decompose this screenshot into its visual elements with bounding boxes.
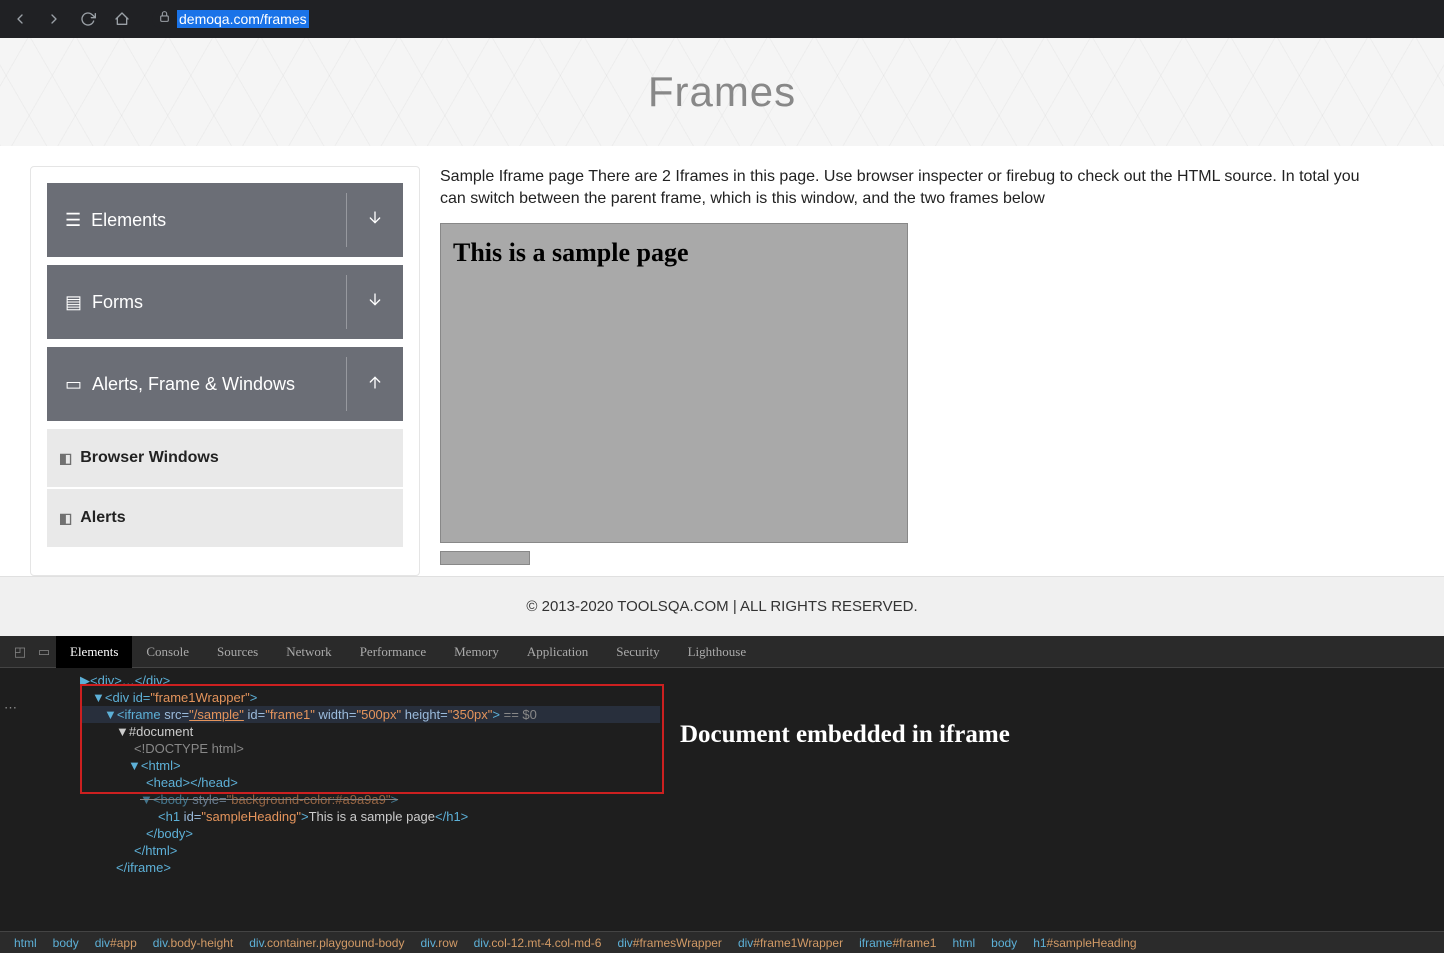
sidebar-item-alerts[interactable]: ◧ Alerts <box>47 489 403 547</box>
chevron-down-icon <box>367 210 383 231</box>
sidebar-group-label: Elements <box>91 210 166 231</box>
description-text: Sample Iframe page There are 2 Iframes i… <box>440 166 1374 209</box>
sidebar-group-alerts[interactable]: ▭ Alerts, Frame & Windows <box>47 347 403 421</box>
forward-button[interactable] <box>40 5 68 33</box>
device-icon[interactable]: ▭ <box>32 644 56 660</box>
item-icon: ◧ <box>59 510 72 527</box>
bc-item[interactable]: html <box>6 936 45 950</box>
tree-line[interactable]: ▼<html> <box>80 757 1444 774</box>
iframe-frame2 <box>440 551 530 565</box>
tab-security[interactable]: Security <box>602 636 673 668</box>
iframe-heading: This is a sample page <box>453 238 895 268</box>
sidebar: ☰ Elements ▤ Forms ▭ Alerts, Frame & Window… <box>30 166 420 576</box>
bc-item[interactable]: div#app <box>87 936 145 950</box>
bc-item[interactable]: html <box>944 936 983 950</box>
sidebar-item-browser-windows[interactable]: ◧ Browser Windows <box>47 429 403 487</box>
bc-item[interactable]: div.row <box>412 936 465 950</box>
elements-tree[interactable]: ▶<div>…</div> ▼<div id="frame1Wrapper"> … <box>0 668 1444 876</box>
bc-item[interactable]: div.body-height <box>145 936 242 950</box>
tab-elements[interactable]: Elements <box>56 636 132 668</box>
sidebar-group-forms[interactable]: ▤ Forms <box>47 265 403 339</box>
page-hero: Frames <box>0 38 1444 146</box>
annotation-label: Document embedded in iframe <box>680 721 1010 749</box>
bc-item[interactable]: iframe#frame1 <box>851 936 944 950</box>
sidebar-group-label: Forms <box>92 292 143 313</box>
footer-text: © 2013-2020 TOOLSQA.COM | ALL RIGHTS RES… <box>526 598 917 615</box>
tree-line[interactable]: ▶<div>…</div> <box>80 672 1444 689</box>
tab-network[interactable]: Network <box>272 636 346 668</box>
tree-line[interactable]: </body> <box>80 825 1444 842</box>
tab-lighthouse[interactable]: Lighthouse <box>674 636 761 668</box>
tree-line[interactable]: ▼<body style="background-color:#a9a9a9"> <box>80 791 1444 808</box>
browser-nav-bar: demoqa.com/frames <box>0 0 1444 38</box>
tree-line[interactable]: <head></head> <box>80 774 1444 791</box>
sidebar-group-label: Alerts, Frame & Windows <box>92 374 295 395</box>
item-icon: ◧ <box>59 450 72 467</box>
clipboard-icon: ▤ <box>65 292 82 313</box>
tree-line[interactable]: </iframe> <box>80 859 1444 876</box>
window-icon: ▭ <box>65 374 82 395</box>
sidebar-item-label: Alerts <box>80 509 125 527</box>
tab-performance[interactable]: Performance <box>346 636 440 668</box>
devtools-tabs: ◰ ▭ Elements Console Sources Network Per… <box>0 636 1444 668</box>
chevron-down-icon <box>367 292 383 313</box>
tab-console[interactable]: Console <box>132 636 203 668</box>
page-title: Frames <box>648 68 796 116</box>
tree-line[interactable]: </html> <box>80 842 1444 859</box>
bc-item[interactable]: div#framesWrapper <box>609 936 730 950</box>
lock-icon <box>158 10 171 28</box>
tree-line[interactable]: ▼<div id="frame1Wrapper"> <box>80 689 1444 706</box>
tab-memory[interactable]: Memory <box>440 636 513 668</box>
tab-application[interactable]: Application <box>513 636 602 668</box>
sidebar-group-elements[interactable]: ☰ Elements <box>47 183 403 257</box>
bc-item[interactable]: h1#sampleHeading <box>1025 936 1144 950</box>
sidebar-item-label: Browser Windows <box>80 449 219 467</box>
bc-item[interactable]: div.container.playgound-body <box>241 936 412 950</box>
tab-sources[interactable]: Sources <box>203 636 272 668</box>
bc-item[interactable]: div#frame1Wrapper <box>730 936 851 950</box>
bc-item[interactable]: body <box>983 936 1025 950</box>
menu-icon: ☰ <box>65 210 81 231</box>
dom-breadcrumbs[interactable]: html body div#app div.body-height div.co… <box>0 931 1444 953</box>
url-bar[interactable]: demoqa.com/frames <box>152 10 309 28</box>
chevron-up-icon <box>367 374 383 395</box>
tree-line-selected[interactable]: ▼<iframe src="/sample" id="frame1" width… <box>80 706 660 723</box>
home-button[interactable] <box>108 5 136 33</box>
footer: © 2013-2020 TOOLSQA.COM | ALL RIGHTS RES… <box>0 576 1444 636</box>
reload-button[interactable] <box>74 5 102 33</box>
bc-item[interactable]: body <box>45 936 87 950</box>
inspect-icon[interactable]: ◰ <box>8 644 32 660</box>
url-text: demoqa.com/frames <box>177 11 309 27</box>
tree-line[interactable]: <h1 id="sampleHeading">This is a sample … <box>80 808 1444 825</box>
devtools-panel: ◰ ▭ Elements Console Sources Network Per… <box>0 636 1444 953</box>
main-content: Sample Iframe page There are 2 Iframes i… <box>440 166 1414 576</box>
iframe-frame1: This is a sample page <box>440 223 908 543</box>
back-button[interactable] <box>6 5 34 33</box>
bc-item[interactable]: div.col-12.mt-4.col-md-6 <box>466 936 610 950</box>
